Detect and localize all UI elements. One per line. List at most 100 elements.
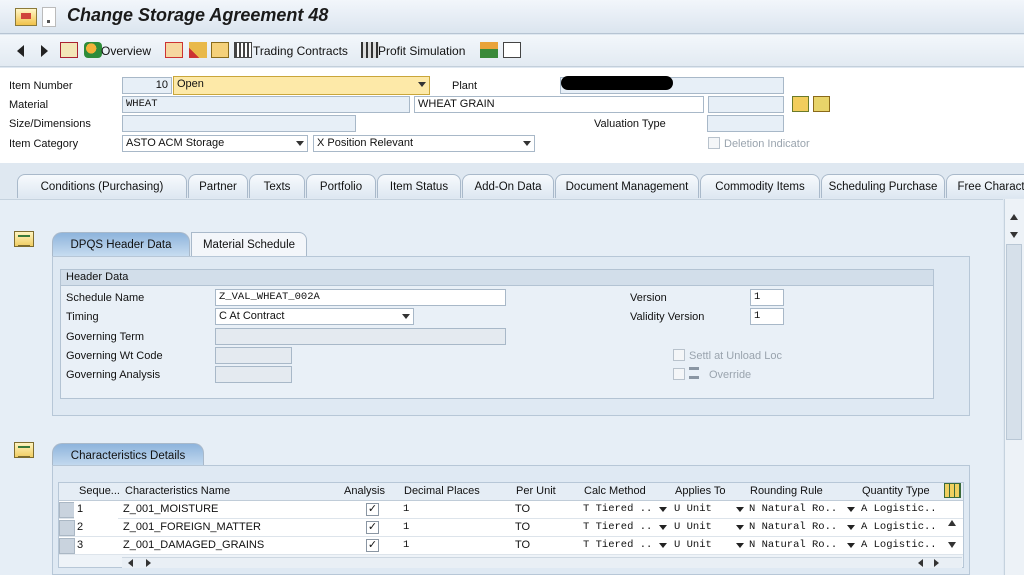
size-dimensions-field[interactable] xyxy=(122,115,356,132)
item-category-select[interactable]: ASTO ACM Storage xyxy=(122,135,308,152)
col-analysis[interactable]: Analysis xyxy=(341,484,388,500)
cell-applies-to[interactable]: U Unit xyxy=(671,537,733,555)
material-extra-field[interactable] xyxy=(708,96,784,113)
col-seq[interactable]: Seque... xyxy=(76,484,123,500)
cell-characteristics-name[interactable]: Z_001_MOISTURE xyxy=(120,501,336,519)
copy-icon[interactable] xyxy=(211,42,229,58)
col-calc-method[interactable]: Calc Method xyxy=(581,484,649,500)
calc-dropdown-icon[interactable] xyxy=(659,525,667,530)
cell-per-unit[interactable]: TO xyxy=(512,519,576,537)
tools-icon[interactable] xyxy=(189,42,207,58)
profit-simulation-button[interactable]: Profit Simulation xyxy=(378,44,465,58)
tab-document-management[interactable]: Document Management xyxy=(555,174,699,198)
cell-characteristics-name[interactable]: Z_001_DAMAGED_GRAINS xyxy=(120,537,336,555)
item-status-select[interactable]: Open xyxy=(173,76,430,95)
validity-version-field[interactable]: 1 xyxy=(750,308,784,325)
back-arrow-icon[interactable] xyxy=(17,45,24,57)
tab-conditions[interactable]: Conditions (Purchasing) xyxy=(17,174,187,198)
tab-free-characteristics[interactable]: Free Charact xyxy=(946,174,1024,198)
cell-rounding-rule[interactable]: N Natural Ro.. xyxy=(746,501,846,519)
rounding-dropdown-icon[interactable] xyxy=(847,525,855,530)
scroll-right-icon[interactable] xyxy=(146,559,151,567)
hierarchy-icon[interactable] xyxy=(480,42,498,58)
analysis-checkbox[interactable]: ✓ xyxy=(366,521,379,534)
col-per-unit[interactable]: Per Unit xyxy=(513,484,559,500)
cell-characteristics-name[interactable]: Z_001_FOREIGN_MATTER xyxy=(120,519,336,537)
analysis-checkbox[interactable]: ✓ xyxy=(366,503,379,516)
tab-texts[interactable]: Texts xyxy=(249,174,305,198)
cell-applies-to[interactable]: U Unit xyxy=(671,501,733,519)
cell-quantity-type[interactable]: A Logistic.. xyxy=(858,519,942,537)
document-stack-icon[interactable] xyxy=(503,42,521,58)
override-checkbox[interactable] xyxy=(673,368,685,380)
tab-portfolio[interactable]: Portfolio xyxy=(306,174,376,198)
applies-dropdown-icon[interactable] xyxy=(736,507,744,512)
schedule-name-field[interactable]: Z_VAL_WHEAT_002A xyxy=(215,289,506,306)
document-edit-icon[interactable] xyxy=(165,42,183,58)
cell-calc-method[interactable]: T Tiered .. xyxy=(580,501,658,519)
overview-icon[interactable] xyxy=(84,42,102,58)
overview-button[interactable]: Overview xyxy=(101,44,151,58)
scroll-thumb[interactable] xyxy=(1006,244,1022,440)
title-menu-button[interactable] xyxy=(42,7,56,27)
col-rounding-rule[interactable]: Rounding Rule xyxy=(747,484,826,500)
scroll-down-icon[interactable] xyxy=(1010,232,1018,238)
cell-rounding-rule[interactable]: N Natural Ro.. xyxy=(746,519,846,537)
tab-add-on-data[interactable]: Add-On Data xyxy=(462,174,554,198)
table-horizontal-scrollbar[interactable] xyxy=(122,557,962,568)
rounding-dropdown-icon[interactable] xyxy=(847,507,855,512)
cell-applies-to[interactable]: U Unit xyxy=(671,519,733,537)
tab-partner[interactable]: Partner xyxy=(188,174,248,198)
table-scroll-down-icon[interactable] xyxy=(948,542,956,548)
governing-wt-code-field[interactable] xyxy=(215,347,292,364)
cell-per-unit[interactable]: TO xyxy=(512,537,576,555)
material-detail-icon[interactable] xyxy=(813,96,830,112)
analysis-checkbox[interactable]: ✓ xyxy=(366,539,379,552)
trading-contracts-button[interactable]: Trading Contracts xyxy=(253,44,348,58)
applies-dropdown-icon[interactable] xyxy=(736,525,744,530)
scroll-up-icon[interactable] xyxy=(1010,214,1018,220)
applies-dropdown-icon[interactable] xyxy=(736,543,744,548)
forward-arrow-icon[interactable] xyxy=(41,45,48,57)
cell-decimal-places[interactable]: 1 xyxy=(400,537,508,555)
governing-analysis-field[interactable] xyxy=(215,366,292,383)
material-info-icon[interactable] xyxy=(792,96,809,112)
cell-seq[interactable]: 2 xyxy=(74,519,118,537)
characteristics-section-icon[interactable] xyxy=(14,442,34,458)
tab-material-schedule[interactable]: Material Schedule xyxy=(191,232,307,256)
cell-quantity-type[interactable]: A Logistic.. xyxy=(858,537,942,555)
version-field[interactable]: 1 xyxy=(750,289,784,306)
row-selector[interactable] xyxy=(59,538,75,554)
tab-scheduling-purchase[interactable]: Scheduling Purchase xyxy=(821,174,945,198)
timing-select[interactable]: C At Contract xyxy=(215,308,414,325)
cell-calc-method[interactable]: T Tiered .. xyxy=(580,519,658,537)
rounding-dropdown-icon[interactable] xyxy=(847,543,855,548)
cell-seq[interactable]: 3 xyxy=(74,537,118,555)
col-characteristics-name[interactable]: Characteristics Name xyxy=(122,484,234,500)
tab-dpqs-header-data[interactable]: DPQS Header Data xyxy=(52,232,190,256)
menu-icon[interactable] xyxy=(15,8,37,26)
row-selector[interactable] xyxy=(59,520,75,536)
deletion-indicator-checkbox[interactable] xyxy=(708,137,720,149)
tab-item-status[interactable]: Item Status xyxy=(377,174,461,198)
scroll-left-end-icon[interactable] xyxy=(918,559,923,567)
trading-contracts-icon[interactable] xyxy=(234,42,252,58)
profit-simulation-icon[interactable] xyxy=(361,42,379,58)
material-field[interactable]: WHEAT xyxy=(122,96,410,113)
col-decimal-places[interactable]: Decimal Places xyxy=(401,484,483,500)
cell-per-unit[interactable]: TO xyxy=(512,501,576,519)
scroll-right-end-icon[interactable] xyxy=(934,559,939,567)
position-select[interactable]: X Position Relevant xyxy=(313,135,535,152)
cell-decimal-places[interactable]: 1 xyxy=(400,501,508,519)
cell-rounding-rule[interactable]: N Natural Ro.. xyxy=(746,537,846,555)
document-chart-icon[interactable] xyxy=(60,42,78,58)
valuation-type-field[interactable] xyxy=(707,115,784,132)
scroll-left-icon[interactable] xyxy=(128,559,133,567)
table-scroll-up-icon[interactable] xyxy=(948,520,956,526)
material-description-field[interactable]: WHEAT GRAIN xyxy=(414,96,704,113)
calc-dropdown-icon[interactable] xyxy=(659,543,667,548)
cell-seq[interactable]: 1 xyxy=(74,501,118,519)
dpqs-section-icon[interactable] xyxy=(14,231,34,247)
settl-unload-checkbox[interactable] xyxy=(673,349,685,361)
col-quantity-type[interactable]: Quantity Type xyxy=(859,484,933,500)
